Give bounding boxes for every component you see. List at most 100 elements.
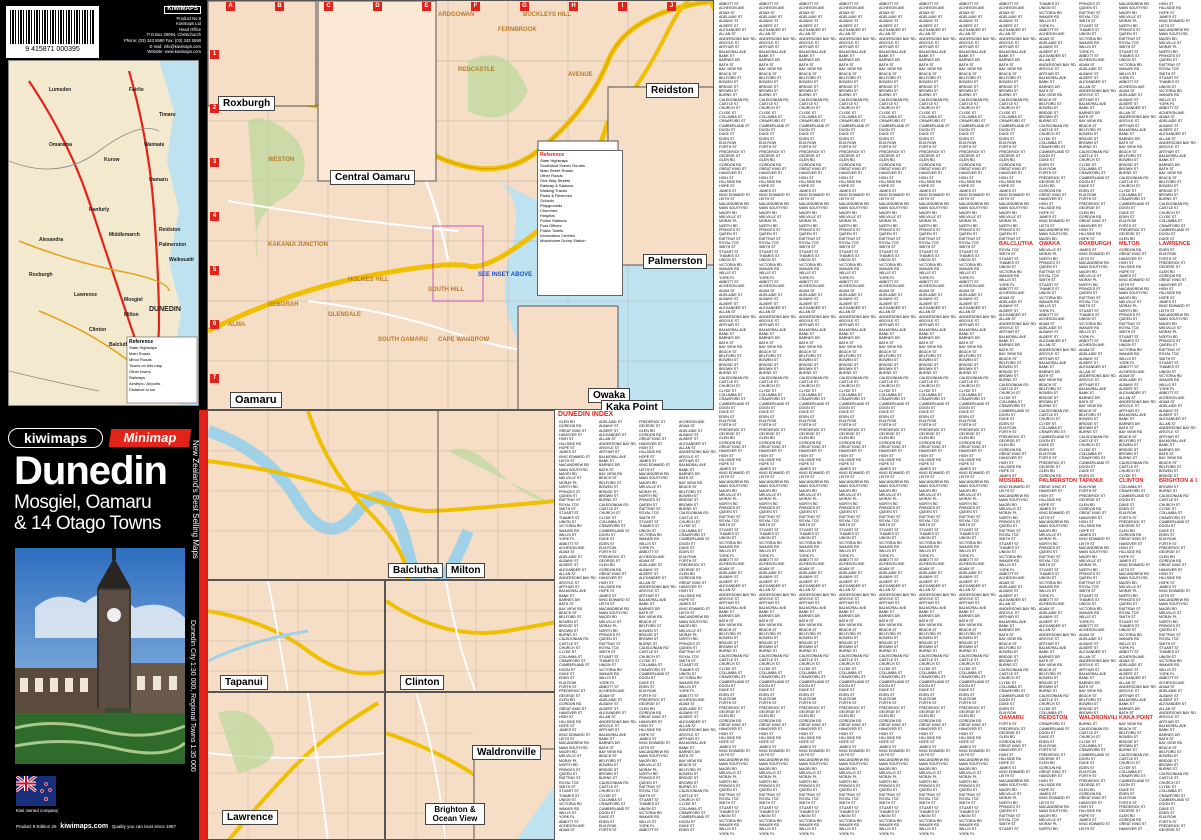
minimap-place-label: Clinton [89, 327, 106, 333]
cover-photo-railway-station [15, 548, 185, 764]
index-entry: YORK PL [879, 831, 895, 836]
index-column: FREDERICK ST GEORGE ST GLEN RD GORDON RD GRE… [639, 420, 677, 836]
map-reference: Reference State Highways Southland Scenic… [537, 150, 623, 296]
index-section-header: ROXBURGH [1079, 240, 1112, 247]
flag-svg [15, 774, 56, 806]
oamaru-area-label: KAKANUI JUNCTION [268, 242, 328, 248]
index-section-header: LAWRENCE [1159, 240, 1191, 247]
oamaru-area-label: BUCKLEYS HILL [523, 12, 571, 18]
map-balclutha[interactable] [207, 410, 555, 580]
minimap-badge: Minimap [108, 429, 192, 447]
oamaru-area-label: SOUTH HILL [428, 287, 464, 293]
minimap-reference-items: State Highways Main Roads Minor Roads Towns… [129, 345, 197, 393]
index-column: HIGH ST HILLSIDE RD HOPE ST JAMES ST KING ED… [1159, 2, 1197, 838]
grid-column-marker: I [618, 2, 627, 11]
publisher-info: KIWIMAPS Product No.9 Kiwimaps Ltd Head Of… [103, 6, 201, 58]
index-section-header: MILTON [1119, 240, 1140, 247]
oamaru-area-label: CAPE WANBROW [438, 337, 490, 343]
minimap-place-label: Kurow [104, 157, 120, 163]
footer-tag: Quality you can trust since 1987 [111, 824, 176, 829]
index-column: ADELAIDE ST ALBANY ST ALBERT ST ALEXANDER S… [599, 420, 637, 836]
minimap-place-label: Omarama [49, 142, 72, 148]
index-entry: NORTH RD [1039, 826, 1058, 831]
grid-column-marker: F [471, 2, 480, 11]
label-clinton: Clinton [400, 675, 445, 690]
reference-item: Motorhome Dump Station [540, 238, 586, 243]
grid-column-marker: J [667, 2, 676, 11]
footer-site: kiwimaps.com [60, 823, 109, 830]
index-section-header: KAKA POINT [1119, 715, 1154, 722]
index-entry: ADAM ST [559, 828, 575, 833]
index-section-header: TAPANUI [1079, 478, 1103, 485]
grid-row-marker: 3 [210, 158, 219, 167]
grid-row-marker: 1 [210, 50, 219, 59]
minimap-place-label: Ranfurly [89, 207, 110, 213]
index-section-header: BALCLUTHA [999, 240, 1033, 247]
index-section-header: OAMARU [999, 715, 1024, 722]
minimap-place-label: Lawrence [74, 292, 97, 298]
grid-column-marker: H [569, 2, 578, 11]
index-entry: FORTH ST [599, 828, 617, 833]
oamaru-area-label: FERNBROOK [498, 27, 537, 33]
minimap-place-label: Reidston [159, 227, 180, 233]
oamaru-area-label: HOLMES HILL [348, 277, 389, 283]
index-column: ABBOTT ST ACHESON AVE ADAM ST ADELAIDE ST AL… [799, 2, 837, 838]
oamaru-area-label: ALMA [228, 322, 246, 328]
index-column: ABBOTT ST ACHESON AVE ADAM ST ADELAIDE ST AL… [879, 2, 917, 838]
minimap-place-label: Milton [124, 312, 139, 318]
grid-column-marker: A [226, 2, 235, 11]
red-accent-strip [199, 410, 207, 840]
grid-column-marker: C [324, 2, 333, 11]
cover-title: Dunedin Mosgiel, Oamaru & 14 Otago Towns [14, 450, 174, 550]
oamaru-area-label: DEBORAH [268, 302, 298, 308]
side-scale-text: Dunedin City 1:30 000, Regional Towns 1:… [189, 620, 196, 772]
grid-column-marker: E [422, 2, 431, 11]
minimap-place-label: Alexandra [39, 237, 63, 243]
grid-column-marker: D [373, 2, 382, 11]
oamaru-area-label: REDCASTLE [458, 67, 495, 73]
index-column: ABBOTT ST ACHESON AVE ADAM ST ADELAIDE ST AL… [839, 2, 877, 838]
label-lawrence: Lawrence [222, 810, 279, 825]
title: Dunedin [14, 449, 168, 493]
oamaru-area-label: WESTON [268, 157, 294, 163]
index-entry: YORK PL [759, 831, 775, 836]
index-section-header: MOSGIEL [999, 478, 1025, 485]
subtitle-1: Mosgiel, Oamaru [14, 492, 152, 513]
nz-flag-icon [15, 774, 56, 806]
oamaru-area-label: ARDGOWAN [438, 12, 474, 18]
index-entry: GEORGE ST [1159, 828, 1181, 833]
index-column: ABBOTT ST ACHESON AVE ADAM ST ADELAIDE ST AL… [919, 2, 957, 838]
index-entry: HANOVER ST [1119, 826, 1143, 831]
map-oamaru[interactable]: WESTON KAKANUI JUNCTION HOLMES HILL DEBORAH… [207, 0, 714, 410]
minimap-place-label: Waikouaiti [169, 257, 194, 263]
grid-column-marker: G [520, 2, 529, 11]
kiwi-owned-text: Kiwi owned company [16, 808, 59, 813]
label-balclutha: Balclutha [388, 563, 444, 578]
publisher-logo: KIWIMAPS [164, 6, 201, 14]
grid-row-marker: 7 [210, 374, 219, 383]
subtitle-2: & 14 Otago Towns [14, 513, 161, 534]
index-entry: EDEN ST [679, 828, 695, 833]
index-entry: ABBOTT ST [639, 828, 659, 833]
minimap-place-label: Lumsden [49, 87, 71, 93]
index-entry: STUART ST [999, 826, 1019, 831]
footer-product: Product 9 Edition 25 [16, 824, 57, 829]
oamaru-area-label: SOUTH OAMARU [378, 337, 428, 343]
label-tapanui: Tapanui [220, 675, 268, 690]
barcode-box: 9 415871 000395 [6, 6, 99, 58]
index-section-header: CLINTON [1119, 478, 1144, 485]
regional-minimap: Lumsden Fairlie Timaru Waimate Oamaru Omarama… [8, 60, 199, 406]
index-entry: YORK PL [799, 831, 815, 836]
barcode-number: 9 415871 000395 [25, 46, 80, 53]
minimap-place-label: Middlemarch [109, 232, 140, 238]
index-column: ABBOTT ST ACHESON AVE ADAM ST ADELAIDE ST AL… [959, 2, 997, 838]
oamaru-area-label: AVENUE [568, 72, 593, 78]
index-entry: YORK PL [839, 831, 855, 836]
index-entry: LEITH ST [1079, 826, 1095, 831]
label-central-oamaru: Central Oamaru [330, 170, 416, 185]
brand-bar: kiwimaps Minimap [8, 428, 198, 450]
oamaru-area-label: GLENDALE [328, 312, 361, 318]
oamaru-map-svg: WESTON KAKANUI JUNCTION HOLMES HILL DEBORAH… [208, 1, 713, 409]
label-roxburgh: Roxburgh [218, 96, 276, 111]
minimap-place-label: Roxburgh [29, 272, 53, 278]
